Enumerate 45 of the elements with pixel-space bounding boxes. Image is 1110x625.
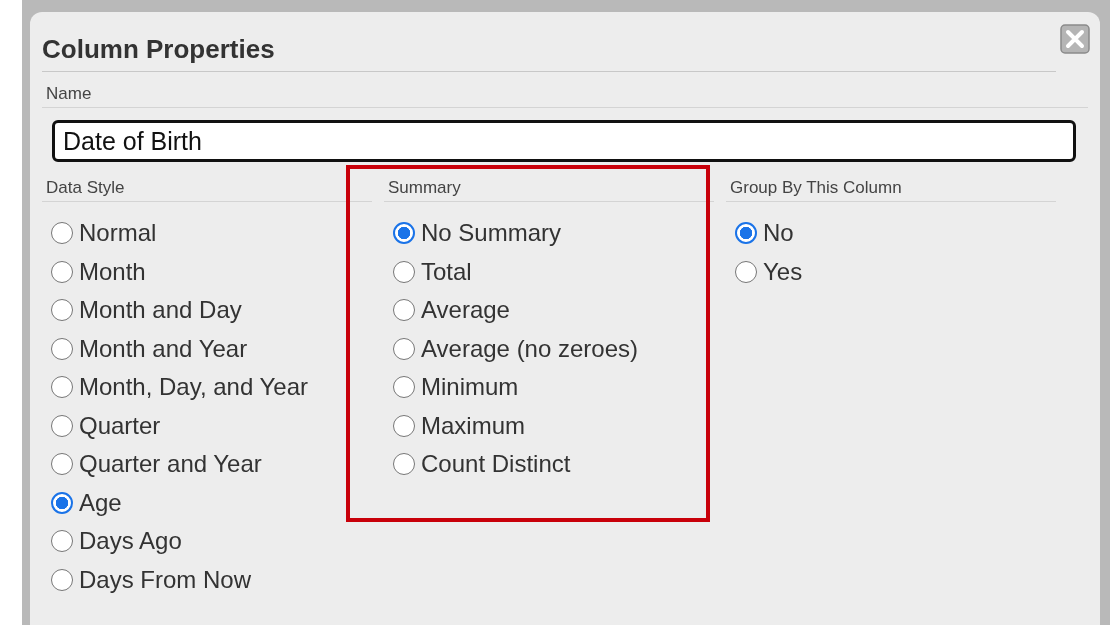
radio-button[interactable] xyxy=(51,260,73,283)
option-label: Month and Year xyxy=(79,334,248,363)
dialog-title: Column Properties xyxy=(42,34,275,65)
option-label: Quarter and Year xyxy=(79,450,262,479)
name-field[interactable]: Date of Birth xyxy=(52,120,1076,162)
option-label: Quarter xyxy=(79,411,161,440)
radio-button[interactable] xyxy=(51,337,73,360)
option-label: Total xyxy=(421,257,472,286)
option-label: Age xyxy=(79,488,122,517)
group-heading: Summary xyxy=(388,178,461,197)
option-label: Days From Now xyxy=(79,565,252,594)
option-label: Average xyxy=(421,296,510,325)
radio-button[interactable] xyxy=(51,299,73,322)
option-label: Count Distinct xyxy=(421,450,571,479)
radio-button[interactable] xyxy=(51,222,73,245)
radio-button[interactable] xyxy=(393,299,415,322)
radio-button[interactable] xyxy=(51,530,73,553)
option-label: Month, Day, and Year xyxy=(79,373,309,402)
radio-button[interactable] xyxy=(393,453,415,476)
option-label: Average (no zeroes) xyxy=(421,334,638,363)
option-label: No xyxy=(763,219,794,248)
radio-button[interactable] xyxy=(393,337,415,360)
radio-button[interactable] xyxy=(51,568,73,591)
radio-button[interactable] xyxy=(393,260,415,283)
radio-button[interactable] xyxy=(735,260,757,283)
radio-button[interactable] xyxy=(51,376,73,399)
option-label: Maximum xyxy=(421,411,525,440)
radio-button[interactable] xyxy=(393,222,415,245)
option-label: Month and Day xyxy=(79,296,242,325)
option-label: Normal xyxy=(79,219,157,248)
close-icon[interactable] xyxy=(1060,24,1090,54)
name-label: Name xyxy=(46,84,92,103)
radio-button[interactable] xyxy=(51,491,73,514)
radio-button[interactable] xyxy=(51,414,73,437)
option-label: Yes xyxy=(763,257,803,286)
option-label: Minimum xyxy=(421,373,519,402)
radio-button[interactable] xyxy=(393,414,415,437)
option-label: Days Ago xyxy=(79,527,182,556)
radio-button[interactable] xyxy=(393,376,415,399)
option-label: Month xyxy=(79,257,146,286)
option-label: No Summary xyxy=(421,219,562,248)
group-heading: Data Style xyxy=(46,178,125,197)
radio-button[interactable] xyxy=(735,222,757,245)
radio-button[interactable] xyxy=(51,453,73,476)
group-heading: Group By This Column xyxy=(730,178,902,197)
